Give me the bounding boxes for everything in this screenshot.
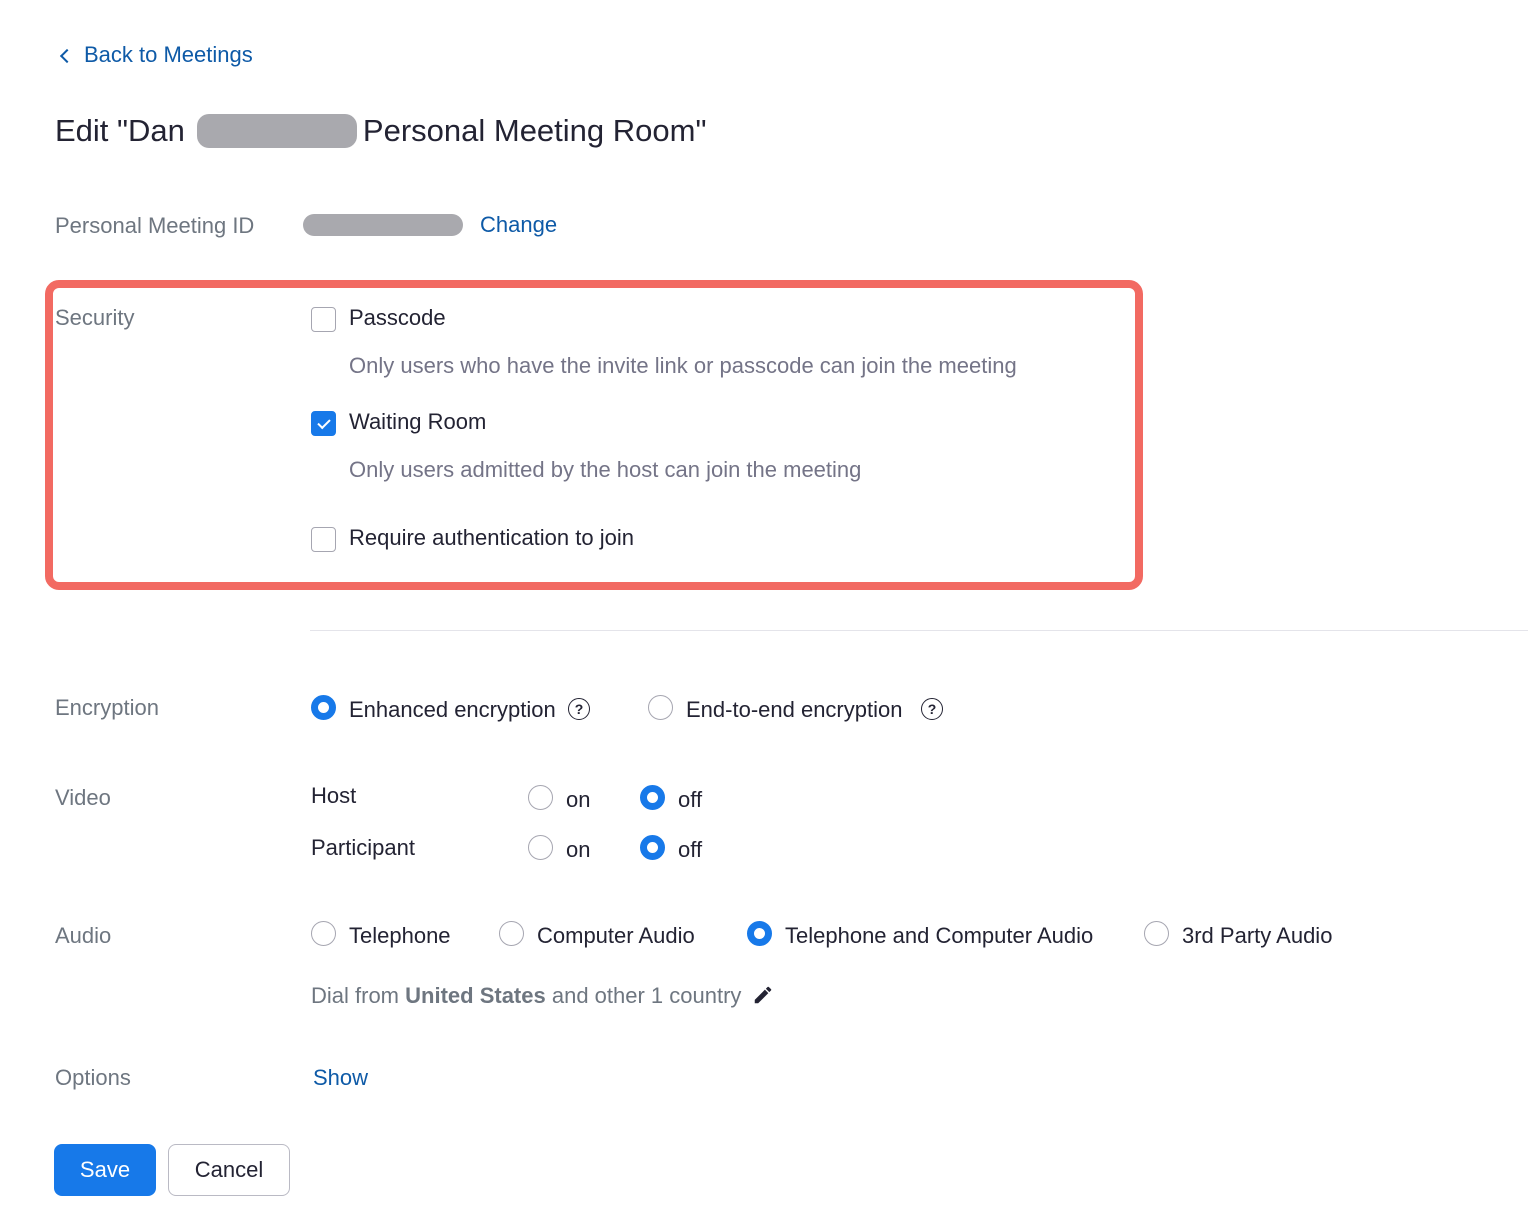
cancel-button[interactable]: Cancel <box>168 1144 290 1196</box>
title-prefix: Edit "Dan <box>55 113 185 148</box>
enhanced-encryption-radio[interactable] <box>311 695 336 720</box>
save-button[interactable]: Save <box>54 1144 156 1196</box>
computer-audio-label: Computer Audio <box>537 923 695 948</box>
waiting-room-description: Only users admitted by the host can join… <box>349 457 862 482</box>
encryption-label: Encryption <box>55 695 159 720</box>
dial-from-text: Dial from United States and other 1 coun… <box>311 983 741 1009</box>
redacted-meeting-id <box>303 214 463 236</box>
video-participant-label: Participant <box>311 835 415 860</box>
e2e-encryption-radio[interactable] <box>648 695 673 720</box>
dial-country: United States <box>405 983 546 1008</box>
participant-video-off-radio[interactable] <box>640 835 665 860</box>
telephone-and-computer-audio-label: Telephone and Computer Audio <box>785 923 1094 948</box>
pmi-label: Personal Meeting ID <box>55 213 255 238</box>
telephone-radio[interactable] <box>311 921 336 946</box>
passcode-label: Passcode <box>349 305 446 330</box>
enhanced-encryption-label: Enhanced encryption <box>349 697 556 722</box>
title-suffix: Personal Meeting Room" <box>362 113 707 148</box>
participant-video-off-label: off <box>678 837 703 862</box>
check-icon <box>316 415 331 429</box>
host-video-on-label: on <box>566 787 591 812</box>
waiting-room-label: Waiting Room <box>349 409 487 434</box>
dial-suffix: and other 1 country <box>551 983 742 1008</box>
participant-video-on-label: on <box>566 837 591 862</box>
telephone-label: Telephone <box>349 923 451 948</box>
options-label: Options <box>55 1065 131 1090</box>
pencil-icon[interactable] <box>752 984 774 1006</box>
show-options-link[interactable]: Show <box>313 1065 368 1091</box>
help-icon[interactable]: ? <box>568 698 590 720</box>
require-auth-label: Require authentication to join <box>349 525 634 550</box>
participant-video-on-radio[interactable] <box>528 835 553 860</box>
passcode-checkbox[interactable] <box>311 307 336 332</box>
video-label: Video <box>55 785 111 810</box>
computer-audio-radio[interactable] <box>499 921 524 946</box>
e2e-encryption-label: End-to-end encryption <box>686 697 903 722</box>
dial-prefix: Dial from <box>311 983 400 1008</box>
passcode-description: Only users who have the invite link or p… <box>349 353 1017 378</box>
page-title: Edit "Dan Personal Meeting Room" <box>55 113 706 149</box>
video-host-label: Host <box>311 783 357 808</box>
change-pmi-link[interactable]: Change <box>480 212 557 238</box>
redacted-name <box>196 114 357 148</box>
security-label: Security <box>55 305 135 330</box>
telephone-and-computer-audio-radio[interactable] <box>747 921 772 946</box>
require-auth-checkbox[interactable] <box>311 527 336 552</box>
host-video-off-radio[interactable] <box>640 785 665 810</box>
host-video-off-label: off <box>678 787 703 812</box>
third-party-audio-label: 3rd Party Audio <box>1182 923 1333 948</box>
back-link-label: Back to Meetings <box>84 42 253 67</box>
chevron-left-icon <box>59 48 75 63</box>
audio-label: Audio <box>55 923 112 948</box>
help-icon[interactable]: ? <box>921 698 943 720</box>
host-video-on-radio[interactable] <box>528 785 553 810</box>
waiting-room-checkbox[interactable] <box>311 411 336 436</box>
third-party-audio-radio[interactable] <box>1144 921 1169 946</box>
section-divider <box>310 630 1528 631</box>
back-to-meetings-link[interactable]: Back to Meetings <box>59 42 253 68</box>
